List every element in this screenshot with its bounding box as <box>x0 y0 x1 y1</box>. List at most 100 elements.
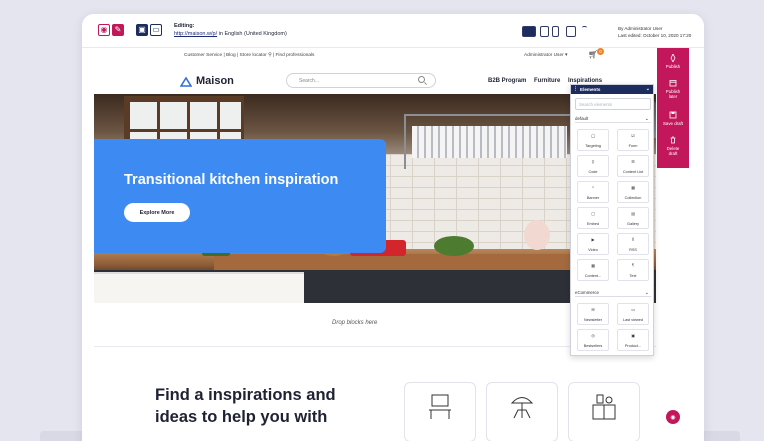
elements-panel-header[interactable]: ⋮ Elements ⌄ <box>571 85 653 94</box>
publish-label: Publish <box>665 64 681 69</box>
utility-bar: Customer Service | Blog | Store locator … <box>82 48 656 62</box>
element-label: RSS <box>629 248 637 252</box>
grid-view-icon[interactable] <box>566 26 576 37</box>
countertop <box>214 254 594 270</box>
layout-single-icon[interactable]: ▣ <box>136 24 148 36</box>
embed-icon: ▢ <box>591 212 595 216</box>
element-collection[interactable]: ▦ Collection <box>617 181 649 203</box>
group-default[interactable]: default ⌄ <box>575 115 651 123</box>
publish-rail: Publish Publish later Save draft Delete … <box>657 48 689 168</box>
editor-toolbar: ◉ ✎ ▣ ▭ Editing: http://maison.w/p/ in E… <box>82 14 704 48</box>
utility-links[interactable]: Customer Service | Blog | Store locator … <box>184 53 314 58</box>
publish-later-button[interactable]: Publish later <box>657 79 689 99</box>
element-label: Last viewed <box>622 318 644 322</box>
elements-panel-title: Elements <box>580 87 601 92</box>
category-card-outdoor[interactable] <box>486 382 558 441</box>
tablet-view-icon[interactable] <box>540 26 549 37</box>
play-icon: ▶ <box>591 238 595 242</box>
element-content[interactable]: ▦ Content... <box>577 259 609 281</box>
editing-label: Editing: <box>174 23 195 29</box>
element-rss[interactable]: )) RSS <box>617 233 649 255</box>
elements-search-input[interactable]: Search elements <box>575 98 651 110</box>
element-label: Embed <box>586 222 600 226</box>
hero-card <box>94 139 386 253</box>
category-card-desk[interactable] <box>404 382 476 441</box>
rss-icon: )) <box>631 237 635 241</box>
dish-rack <box>404 114 574 169</box>
collection-icon: ▦ <box>631 186 635 190</box>
site-logo[interactable]: Maison <box>196 75 234 87</box>
text-icon: ¶ <box>631 263 635 267</box>
element-content-list[interactable]: ☰ Content List <box>617 155 649 177</box>
cart-count-badge: 0 <box>597 48 604 55</box>
publish-later-label: Publish later <box>665 89 681 99</box>
element-label: Form <box>628 144 638 148</box>
element-label: Collection <box>624 196 642 200</box>
element-label: Content... <box>584 274 602 278</box>
layout-split-icon[interactable]: ▭ <box>150 24 162 36</box>
desktop-view-icon[interactable] <box>522 26 536 37</box>
element-last-viewed[interactable]: ▭ Last viewed <box>617 303 649 325</box>
floating-action-button[interactable]: ◉ <box>666 410 680 424</box>
page-url-link[interactable]: http://maison.w/p/ <box>174 31 217 37</box>
nav-item-b2b-program[interactable]: B2B Program <box>488 78 526 84</box>
element-form[interactable]: ☑ Form <box>617 129 649 151</box>
site-search-input[interactable]: Search... <box>286 73 436 88</box>
greens <box>434 236 474 256</box>
element-code[interactable]: ⟨⟩ Code <box>577 155 609 177</box>
code-icon: ⟨⟩ <box>591 160 595 164</box>
rocket-icon <box>670 54 676 62</box>
edit-pencil-icon[interactable]: ✎ <box>112 24 124 36</box>
user-menu[interactable]: Administrator User ▾ <box>524 53 567 58</box>
element-text[interactable]: ¶ Text <box>617 259 649 281</box>
banner-icon: ⌂ <box>591 185 595 189</box>
checkbox-icon: ☑ <box>631 134 635 138</box>
hero-title: Transitional kitchen inspiration <box>124 172 339 188</box>
sink <box>94 272 304 303</box>
desk-icon <box>429 394 451 419</box>
category-card-kitchen[interactable] <box>568 382 640 441</box>
chevron-down-icon[interactable]: ⌄ <box>646 86 650 92</box>
element-label: Banner <box>586 196 600 200</box>
mobile-view-icon[interactable] <box>552 26 559 37</box>
element-label: Newsletter <box>584 318 602 322</box>
save-draft-button[interactable]: Save draft <box>657 111 689 126</box>
chevron-down-icon: ⌄ <box>644 290 649 296</box>
chevron-down-icon: ⌄ <box>644 116 649 122</box>
nav-item-furniture[interactable]: Furniture <box>534 78 560 84</box>
element-bestsellers[interactable]: ◎ Bestsellers <box>577 329 609 351</box>
search-icon[interactable] <box>418 76 425 83</box>
element-video[interactable]: ▶ Video <box>577 233 609 255</box>
preview-eye-icon[interactable]: ◉ <box>98 24 110 36</box>
group-ecommerce[interactable]: eCommerce ⌄ <box>575 289 651 297</box>
element-gallery[interactable]: ▤ Gallery <box>617 207 649 229</box>
trash-icon <box>670 136 676 144</box>
delete-draft-label: Delete draft <box>666 146 680 156</box>
calendar-icon <box>669 80 677 87</box>
element-label: Code <box>588 170 598 174</box>
editing-url: http://maison.w/p/ in English (United Ki… <box>174 31 287 37</box>
house-logo-icon[interactable] <box>180 76 192 87</box>
info-icon[interactable] <box>582 26 587 37</box>
author-line: By Administrator User <box>618 26 663 31</box>
element-label: Product... <box>624 344 642 348</box>
element-label: Text <box>629 274 637 278</box>
element-embed[interactable]: ▢ Embed <box>577 207 609 229</box>
delete-draft-button[interactable]: Delete draft <box>657 136 689 156</box>
element-targeting[interactable]: ◯ Targeting <box>577 129 609 151</box>
newsletter-icon: ✉ <box>591 308 595 312</box>
element-label: Gallery <box>626 222 640 226</box>
drop-zone-hint[interactable]: Drop blocks here <box>332 320 377 326</box>
monitor-icon: ▭ <box>631 308 635 312</box>
gallery-icon: ▤ <box>631 212 635 216</box>
element-label: Bestsellers <box>583 344 603 348</box>
umbrella-chair-icon <box>510 397 534 419</box>
explore-more-button[interactable]: Explore More <box>124 203 190 222</box>
element-banner[interactable]: ⌂ Banner <box>577 181 609 203</box>
element-product[interactable]: ▣ Product... <box>617 329 649 351</box>
element-newsletter[interactable]: ✉ Newsletter <box>577 303 609 325</box>
save-icon <box>669 111 677 119</box>
inspirations-heading: Find a inspirations and ideas to help yo… <box>155 386 336 426</box>
drag-handle-icon[interactable]: ⋮ <box>573 86 578 92</box>
publish-button[interactable]: Publish <box>657 54 689 69</box>
